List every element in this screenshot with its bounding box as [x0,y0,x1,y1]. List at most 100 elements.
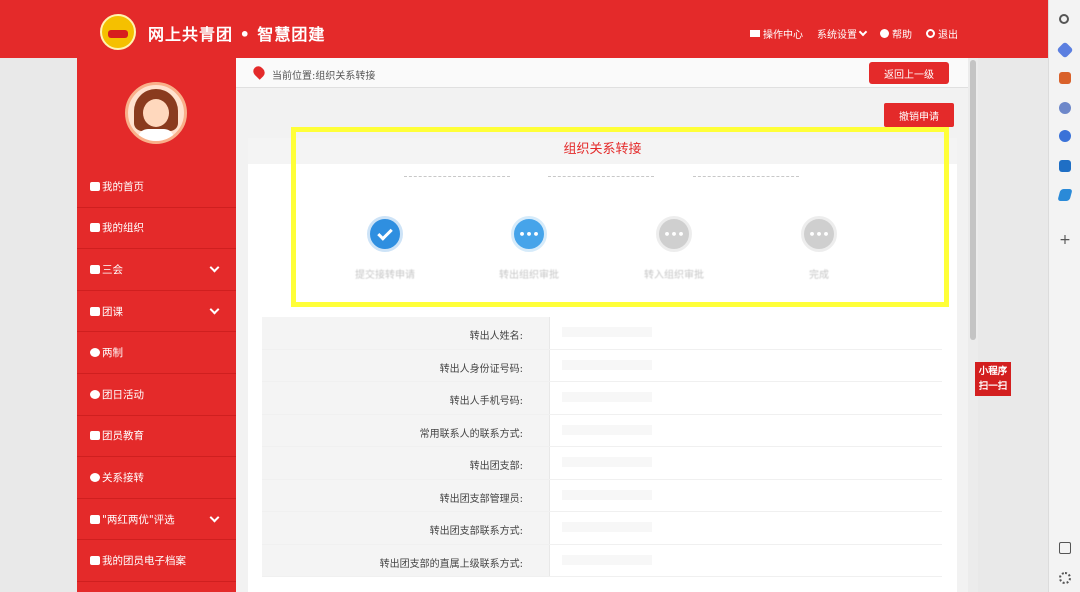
file-icon [90,556,100,566]
cancel-application-button[interactable]: 撤销申请 [884,103,954,127]
field-label: 转出人身份证号码: [262,349,550,381]
field-label: 转出团支部管理员: [262,479,550,511]
transfer-form-table: 转出人姓名: 转出人身份证号码: 转出人手机号码: 常用联系人的联系方式: 转出… [262,317,942,577]
sidebar-item-label: "两红两优"评选 [102,513,175,526]
group-icon [90,223,100,233]
breadcrumb: 当前位置:组织关系转接 返回上一级 [236,58,970,88]
league-emblem-icon [100,14,136,50]
table-row: 转出人身份证号码: [262,349,942,382]
field-value [550,512,942,544]
briefcase-icon[interactable] [1059,72,1071,84]
nav-system-settings[interactable]: 系统设置 [817,26,868,41]
folder-icon [90,306,100,316]
sidebar-item-label: 团课 [102,305,123,318]
field-value [550,317,942,349]
nav-help[interactable]: 帮助 [880,26,912,41]
table-row: 转出人姓名: [262,317,942,350]
field-value [550,350,942,382]
back-button[interactable]: 返回上一级 [869,62,949,84]
table-row: 转出人手机号码: [262,382,942,415]
field-value [550,415,942,447]
top-nav: 操作中心 系统设置 帮助 退出 [750,26,958,41]
sidebar-item-label: 团员教育 [102,430,144,443]
sidebar-item-league-day[interactable]: 团日活动 [77,374,236,416]
mail-icon [750,30,760,37]
location-pin-icon [251,64,267,80]
nav-logout[interactable]: 退出 [926,26,958,41]
sidebar-item-label: 团日活动 [102,388,144,401]
nav-operation-center[interactable]: 操作中心 [750,26,803,41]
tag-icon[interactable] [1056,41,1074,59]
table-row: 转出团支部联系方式: [262,512,942,545]
sidebar-item-league-class[interactable]: 团课 [77,291,236,333]
sidebar-menu: 我的首页 我的组织 三会 团课 两制 团日活动 团员教育 关系接转 "两红两优"… [77,166,236,582]
field-value [550,480,942,512]
sidebar-item-member-education[interactable]: 团员教育 [77,416,236,458]
field-value [550,545,942,577]
people-icon[interactable] [1059,102,1071,114]
sidebar: 我的首页 我的组织 三会 团课 两制 团日活动 团员教育 关系接转 "两红两优"… [77,58,236,592]
chevron-down-icon [209,262,220,273]
mini-label-2: 扫一扫 [978,381,1008,392]
recycle-icon [90,389,100,399]
graduation-cap-icon [90,431,100,441]
edit-icon [90,514,100,524]
nav-label: 操作中心 [763,30,803,41]
sidebar-item-three-meetings[interactable]: 三会 [77,249,236,291]
field-label: 转出人姓名: [262,317,550,349]
sidebar-item-label: 关系接转 [102,471,144,484]
target-icon [90,348,100,358]
sidebar-item-home[interactable]: 我的首页 [77,166,236,208]
top-header: 网上共青团 • 智慧团建 操作中心 系统设置 帮助 退出 [0,0,1048,58]
sidebar-item-red-excellent-selection[interactable]: "两红两优"评选 [77,499,236,541]
power-icon [926,29,935,38]
outlook-icon[interactable] [1059,160,1071,172]
breadcrumb-text: 当前位置:组织关系转接 [272,71,376,82]
highlight-frame [291,127,949,307]
mini-label-1: 小程序 [978,366,1008,377]
search-icon[interactable] [1059,14,1069,24]
sidebar-item-member-archive[interactable]: 我的团员电子档案 [77,540,236,582]
sidebar-item-label: 我的团员电子档案 [102,555,186,568]
chevron-down-icon [858,27,868,37]
browser-side-panel: + [1048,0,1080,592]
edit-icon [90,264,100,274]
send-icon[interactable] [1057,189,1073,201]
settings-gear-icon[interactable] [1059,572,1071,584]
home-icon [90,181,100,191]
field-label: 转出团支部: [262,447,550,479]
nav-label: 帮助 [892,30,912,41]
field-label: 常用联系人的联系方式: [262,414,550,446]
sidebar-item-two-systems[interactable]: 两制 [77,332,236,374]
sidebar-item-relation-transfer[interactable]: 关系接转 [77,457,236,499]
add-icon[interactable]: + [1059,233,1071,247]
help-icon [880,29,889,38]
nav-label: 系统设置 [817,30,857,41]
scrollbar-thumb[interactable] [970,60,976,340]
screen-icon[interactable] [1059,542,1071,554]
mini-program-qr-button[interactable]: 小程序 扫一扫 [975,362,1011,396]
copilot-icon[interactable] [1059,130,1071,142]
table-row: 常用联系人的联系方式: [262,414,942,447]
refresh-icon [90,472,100,482]
sidebar-item-label: 两制 [102,347,123,360]
table-row: 转出团支部管理员: [262,479,942,512]
chevron-down-icon [209,512,220,523]
table-row: 转出团支部: [262,447,942,480]
sidebar-item-my-organization[interactable]: 我的组织 [77,208,236,250]
avatar-body [138,129,174,141]
site-brand[interactable]: 网上共青团 • 智慧团建 [148,21,325,45]
sidebar-item-label: 我的首页 [102,180,144,193]
field-label: 转出人手机号码: [262,382,550,414]
avatar-face [143,99,169,127]
chevron-down-icon [209,304,220,315]
sidebar-item-label: 我的组织 [102,222,144,235]
nav-label: 退出 [938,30,958,41]
table-row: 转出团支部的直属上级联系方式: [262,544,942,577]
field-value [550,382,942,414]
field-value [550,447,942,479]
field-label: 转出团支部的直属上级联系方式: [262,544,550,576]
avatar[interactable] [125,82,187,144]
field-label: 转出团支部联系方式: [262,512,550,544]
sidebar-item-label: 三会 [102,263,123,276]
